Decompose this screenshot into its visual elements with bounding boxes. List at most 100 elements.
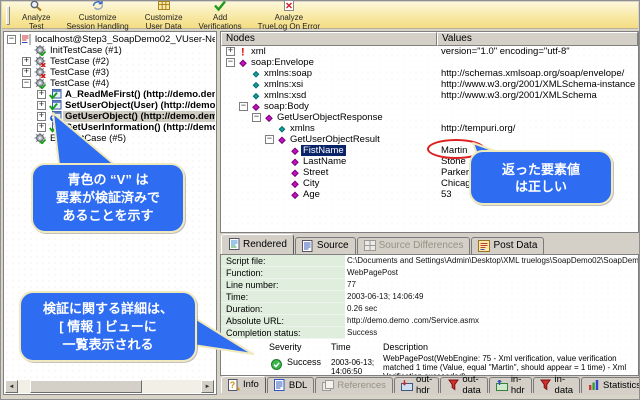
svg-text:?: ? bbox=[230, 380, 236, 390]
tree-item[interactable]: −TestCase (#4) bbox=[5, 78, 215, 89]
toolbar-button-label: Analyze bbox=[275, 13, 303, 22]
callout-line: あることを示す bbox=[33, 207, 183, 225]
view-tab-in-hdr[interactable]: in-hdr bbox=[489, 377, 532, 393]
tree-item-label: GetUserObject() (http://demo.demo.com/ bbox=[63, 111, 215, 122]
gear-check-icon bbox=[33, 45, 48, 56]
api-check-icon bbox=[48, 100, 63, 111]
xml-node-row[interactable]: +!xmlversion="1.0" encoding="utf-8" bbox=[221, 46, 638, 57]
toolbar-button-label: Add bbox=[213, 13, 227, 22]
expander-minus-icon[interactable]: − bbox=[239, 102, 248, 111]
script-info-row: Time:2003-06-13; 14:06:49 bbox=[221, 291, 638, 303]
xml-node-value: http://tempuri.org/ bbox=[437, 123, 638, 134]
customize-user-data-icon bbox=[157, 0, 171, 12]
toolbar-button-label: User Data bbox=[146, 22, 182, 31]
values-column-header[interactable]: Values bbox=[437, 32, 638, 46]
scroll-left-icon[interactable]: ◄ bbox=[5, 380, 18, 393]
toolbar-button-customize-session-handling[interactable]: CustomizeSession Handling bbox=[58, 3, 136, 28]
xml-node-row[interactable]: xmlns:xsihttp://www.w3.org/2001/XMLSchem… bbox=[221, 79, 638, 90]
expander-plus-icon[interactable]: + bbox=[226, 47, 235, 56]
xml-node-row[interactable]: −GetUserObjectResponse bbox=[221, 112, 638, 123]
view-tab-info[interactable]: ?Info bbox=[221, 376, 266, 393]
tree-item[interactable]: +SetUserObject(User) (http://demo.demo.c bbox=[5, 100, 215, 111]
tree-item[interactable]: +TestCase (#2) bbox=[5, 56, 215, 67]
view-tab-out-hdr[interactable]: out-hdr bbox=[394, 377, 439, 393]
xml-node-row[interactable]: −GetUserObjectResult bbox=[221, 134, 638, 145]
tree-item[interactable]: + GetUserObject() (http://demo.demo.com/ bbox=[5, 111, 215, 122]
api-check-icon bbox=[48, 122, 63, 133]
tree-item[interactable]: −localhost@Step3_SoapDemo02_VUser-NetPro… bbox=[5, 34, 215, 45]
view-tab-bdl[interactable]: BDL bbox=[267, 377, 314, 393]
expander-minus-icon[interactable]: − bbox=[7, 35, 16, 44]
expander-plus-icon[interactable]: + bbox=[22, 68, 31, 77]
tree-item[interactable]: InitTestCase (#1) bbox=[5, 45, 215, 56]
content-tab-source[interactable]: Source bbox=[295, 237, 356, 254]
expander-plus-icon[interactable]: + bbox=[37, 112, 46, 121]
scrollbar-thumb[interactable] bbox=[30, 380, 142, 393]
expander-plus-icon[interactable]: + bbox=[37, 123, 46, 132]
xml-node-row[interactable]: −soap:Envelope bbox=[221, 57, 638, 68]
tree-item[interactable]: EndTestCase (#5) bbox=[5, 133, 215, 144]
severity-column-header: Severity bbox=[269, 342, 331, 354]
xml-node-name-cell: Age bbox=[221, 189, 437, 200]
expander-minus-icon[interactable]: − bbox=[252, 113, 261, 122]
source-icon bbox=[302, 240, 314, 252]
tab-label: out-hdr bbox=[416, 374, 432, 396]
message-row[interactable]: Success2003-06-13; 14:06:50WebPagePost(W… bbox=[269, 354, 638, 376]
expander-plus-icon[interactable]: + bbox=[22, 57, 31, 66]
gear-check-icon bbox=[33, 78, 48, 89]
tab-label: out-data bbox=[462, 374, 481, 396]
rendered-icon bbox=[228, 238, 240, 250]
info-pane: Script file:C:\Documents and Settings\Ad… bbox=[220, 254, 639, 376]
toolbar-grip[interactable] bbox=[6, 6, 10, 25]
script-info-value: 2003-06-13; 14:06:49 bbox=[345, 291, 638, 303]
expander-minus-icon[interactable]: − bbox=[226, 58, 235, 67]
expander-plus-icon[interactable]: + bbox=[37, 90, 46, 99]
element-node-icon bbox=[289, 168, 301, 178]
script-info-row: Duration:0.26 sec bbox=[221, 303, 638, 315]
xml-node-name-cell: xmlns bbox=[221, 123, 437, 134]
toolbar-button-add-verifications[interactable]: AddVerifications bbox=[191, 3, 250, 28]
scroll-right-icon[interactable]: ► bbox=[201, 380, 214, 393]
content-tab-post-data[interactable]: Post Data bbox=[471, 237, 544, 254]
content-tab-source-differences: Source Differences bbox=[357, 237, 471, 254]
post-data-icon bbox=[478, 240, 490, 252]
view-tab-in-data[interactable]: in-data bbox=[533, 377, 581, 393]
tree-item[interactable]: +A_ReadMeFirst() (http://demo.demo.com/ bbox=[5, 89, 215, 100]
xml-node-row[interactable]: −soap:Body bbox=[221, 101, 638, 112]
expander-minus-icon[interactable]: − bbox=[265, 135, 274, 144]
expander-minus-icon[interactable]: − bbox=[22, 79, 31, 88]
analyze-test-icon bbox=[29, 0, 43, 12]
truelog-explorer-window: AnalyzeTestCustomizeSession HandlingCust… bbox=[0, 0, 640, 400]
callout-line: 検証に関する詳細は、 bbox=[21, 300, 195, 318]
nodes-column-header[interactable]: Nodes bbox=[221, 32, 437, 46]
script-info-label: Completion status: bbox=[221, 327, 345, 339]
element-node-icon bbox=[289, 179, 301, 189]
xml-node-row[interactable]: xmlns:soaphttp://schemas.xmlsoap.org/soa… bbox=[221, 68, 638, 79]
content-tab-rendered[interactable]: Rendered bbox=[221, 234, 294, 254]
view-tab-statistics[interactable]: Statistics bbox=[581, 377, 640, 393]
toolbar-button-label: Customize bbox=[145, 13, 183, 22]
time-cell: 2003-06-13; 14:06:50 bbox=[331, 354, 383, 376]
xml-node-row[interactable]: xmlns http://tempuri.org/ bbox=[221, 123, 638, 134]
tree-horizontal-scrollbar[interactable]: ◄ ► bbox=[5, 380, 214, 393]
severity-cell: Success bbox=[269, 354, 331, 376]
tree-item[interactable]: +GetUserInformation() (http://demo.demo. bbox=[5, 122, 215, 133]
api-verified-icon bbox=[48, 111, 63, 122]
view-tab-out-data[interactable]: out-data bbox=[440, 377, 488, 393]
expander-plus-icon[interactable]: + bbox=[37, 101, 46, 110]
tab-label: in-data bbox=[555, 374, 574, 396]
column-headers: Nodes Values bbox=[221, 32, 638, 46]
messages-header: Severity Time Description bbox=[269, 342, 638, 354]
toolbar-button-customize-user-data[interactable]: CustomizeUser Data bbox=[137, 3, 191, 28]
toolbar-button-analyze-test[interactable]: AnalyzeTest bbox=[14, 3, 58, 28]
script-info-value: C:\Documents and Settings\Admin\Desktop\… bbox=[345, 255, 638, 267]
tree-item[interactable]: +TestCase (#3) bbox=[5, 67, 215, 78]
toolbar-button-analyze-truelog-on-error[interactable]: AnalyzeTrueLog On Error bbox=[250, 3, 328, 28]
messages-table: Severity Time Description Success2003-06… bbox=[269, 342, 638, 376]
toolbar-button-label: Session Handling bbox=[66, 22, 128, 31]
script-info-label: Script file: bbox=[221, 255, 345, 267]
messages-rows: Success2003-06-13; 14:06:50WebPagePost(W… bbox=[269, 354, 638, 376]
xml-node-row[interactable]: xmlns:xsdhttp://www.w3.org/2001/XMLSchem… bbox=[221, 90, 638, 101]
xml-node-name: xmlns bbox=[288, 123, 317, 134]
script-info-value: http://demo.demo .com/Service.asmx bbox=[345, 315, 638, 327]
